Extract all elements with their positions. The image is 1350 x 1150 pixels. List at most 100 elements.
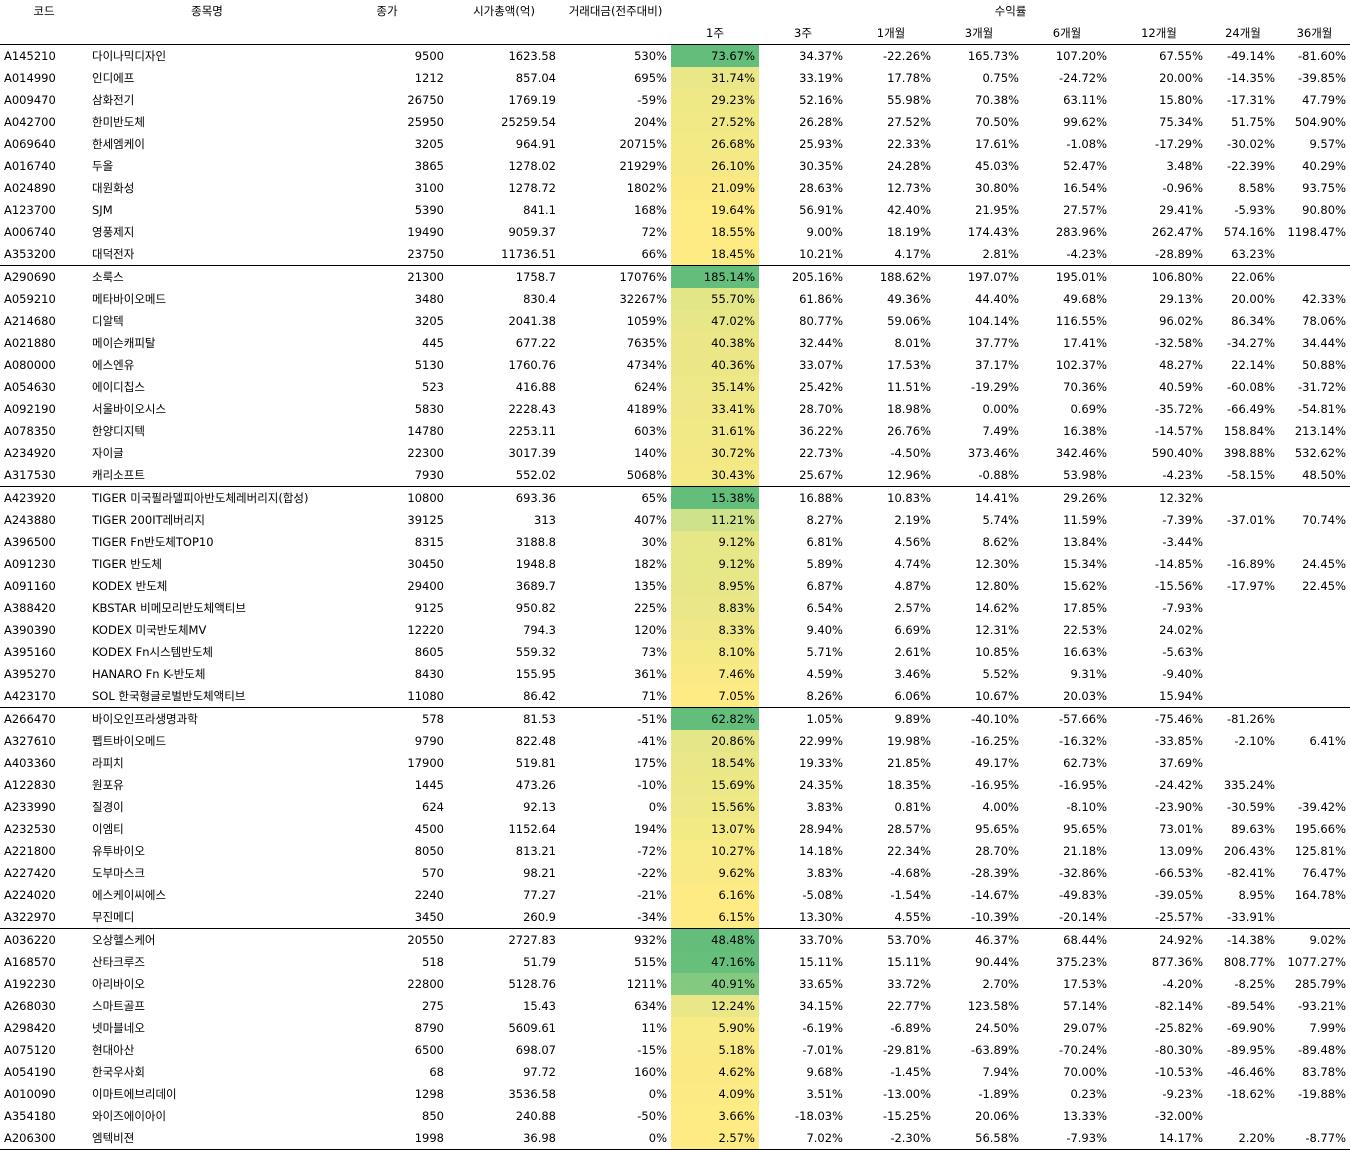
cell-ret-3m: 70.38% [975,93,1019,107]
cell-name: 대원화성 [92,181,135,195]
table-row[interactable]: A014990 인디에프 1212 857.04 695% 31.74% 33.19% 17.… [0,67,1350,89]
cell-ret-1m: 2.57% [894,601,931,615]
table-row[interactable]: A317530 캐리소프트 7930 552.02 5068% 30.43% 25.67% 1… [0,464,1350,487]
table-row[interactable]: A145210 다이나믹디자인 9500 1623.58 530% 73.67% 34.37… [0,44,1350,67]
table-row[interactable]: A227420 도부마스크 570 98.21 -22% 9.62% 3.83% -4.68%… [0,862,1350,884]
cell-ret-6m: -70.24% [1059,1043,1107,1057]
table-row[interactable]: A403360 라피치 17900 519.81 175% 18.54% 19.33% 21.… [0,752,1350,774]
table-row[interactable]: A042700 한미반도체 25950 25259.54 204% 27.52% 26.28… [0,111,1350,133]
cell-ret-12m: 106.80% [1111,265,1207,288]
table-row[interactable]: A069640 한세엠케이 3205 964.91 20715% 26.68% 25.93%… [0,133,1350,155]
cell-code: A396500 [4,535,56,549]
table-row[interactable]: A353200 대덕전자 23750 11736.51 66% 18.45% 10.21% 4… [0,243,1350,266]
cell-close: 22300 [407,446,444,460]
cell-ret-6m: 29.07% [1063,1021,1107,1035]
table-row[interactable]: A078350 한양디지텍 14780 2253.11 603% 31.61% 36.22%… [0,420,1350,442]
table-row[interactable]: A322970 무진메디 3450 260.9 -34% 6.15% 13.30% 4.55%… [0,906,1350,929]
cell-ret-1m: 18.98% [887,402,931,416]
table-row[interactable]: A234920 자이글 22300 3017.39 140% 30.72% 22.73% -4… [0,442,1350,464]
cell-ret-3w: 22.99% [799,734,843,748]
table-row[interactable]: A091230 TIGER 반도체 30450 1948.8 182% 9.12% 5.89… [0,553,1350,575]
cell-ret-6m: 49.68% [1063,292,1107,306]
cell-code: A091230 [4,557,56,571]
table-row[interactable]: A122830 원포유 1445 473.26 -10% 15.69% 24.35% 18.3… [0,774,1350,796]
table-row[interactable]: A232530 이엠티 4500 1152.64 194% 13.07% 28.94% 28.… [0,818,1350,840]
header-period-3m[interactable]: 3개월 [935,22,1023,45]
cell-volume: 1802% [626,181,667,195]
table-row[interactable]: A243880 TIGER 200IT레버리지 39125 313 407% 11.21%… [0,509,1350,531]
header-period-1w[interactable]: 1주 [671,22,759,45]
table-row[interactable]: A233990 질경이 624 92.13 0% 15.56% 3.83% 0.81% 4.00… [0,796,1350,818]
table-row[interactable]: A059210 메타바이오메드 3480 830.4 32267% 55.70% 61.86… [0,288,1350,310]
header-period-3w[interactable]: 3주 [759,22,847,45]
cell-close: 26750 [407,93,444,107]
table-row[interactable]: A423170 SOL 한국형글로벌반도체액티브 11080 86.42 71% 7.05… [0,685,1350,708]
table-row[interactable]: A298420 넷마블네오 8790 5609.61 11% 5.90% -6.19% -6.… [0,1017,1350,1039]
table-row[interactable]: A054630 에이디칩스 523 416.88 624% 35.14% 25.42% 11.… [0,376,1350,398]
table-row[interactable]: A009470 삼화전기 26750 1769.19 -59% 29.23% 52.16% 5… [0,89,1350,111]
cell-ret-1w: 9.12% [671,553,759,575]
header-period-1m[interactable]: 1개월 [847,22,935,45]
cell-ret-36m [1279,906,1350,929]
cell-ret-6m: 283.96% [1055,225,1107,239]
table-row[interactable]: A168570 산타크루즈 518 51.79 515% 47.16% 15.11% 15.1… [0,951,1350,973]
table-row[interactable]: A036220 오상헬스케어 20550 2727.83 932% 48.48% 33.70… [0,928,1350,951]
table-row[interactable]: A206300 엠텍비젼 1998 36.98 0% 2.57% 7.02% -2.30% 56… [0,1127,1350,1150]
header-period-24m[interactable]: 24개월 [1207,22,1279,45]
table-row[interactable]: A080000 에스엔유 5130 1760.76 4734% 40.36% 33.07% 1… [0,354,1350,376]
table-row[interactable]: A268030 스마트골프 275 15.43 634% 12.24% 34.15% 22.7… [0,995,1350,1017]
table-row[interactable]: A224020 에스케이씨에스 2240 77.27 -21% 6.16% -5.08% -1… [0,884,1350,906]
table-row[interactable]: A214680 디알텍 3205 2041.38 1059% 47.02% 80.77% 59… [0,310,1350,332]
table-row[interactable]: A192230 아리바이오 22800 5128.76 1211% 40.91% 33.65… [0,973,1350,995]
table-row[interactable]: A021880 메이슨캐피탈 445 677.22 7635% 40.38% 32.44% 8… [0,332,1350,354]
cell-mcap: 51.79 [523,955,556,969]
header-code[interactable]: 코드 [0,0,88,22]
table-row[interactable]: A010090 이마트에브리데이 1298 3536.58 0% 4.09% 3.51% -1… [0,1083,1350,1105]
cell-mcap: 155.95 [515,667,556,681]
table-row[interactable]: A396500 TIGER Fn반도체TOP10 8315 3188.8 30% 9.12… [0,531,1350,553]
table-row[interactable]: A221800 유투바이오 8050 813.21 -72% 10.27% 14.18% 22… [0,840,1350,862]
table-row[interactable]: A024890 대원화성 3100 1278.72 1802% 21.09% 28.63% 1… [0,177,1350,199]
cell-close: 8315 [414,535,444,549]
table-row[interactable]: A091160 KODEX 반도체 29400 3689.7 135% 8.95% 6.87… [0,575,1350,597]
cell-mcap: 3188.8 [515,535,556,549]
cell-code: A021880 [4,336,56,350]
table-row[interactable]: A123700 SJM 5390 841.1 168% 19.64% 56.91% 42.40… [0,199,1350,221]
cell-ret-12m: -4.20% [1162,977,1203,991]
table-row[interactable]: A395160 KODEX Fn시스템반도체 8605 559.32 73% 8.10% 5… [0,641,1350,663]
header-name[interactable]: 종목명 [88,0,326,22]
table-row[interactable]: A016740 두올 3865 1278.02 21929% 26.10% 30.35% 24… [0,155,1350,177]
cell-ret-6m: -16.32% [1059,734,1107,748]
table-row[interactable]: A390390 KODEX 미국반도체MV 12220 794.3 120% 8.33% 9… [0,619,1350,641]
cell-ret-1m: 12.96% [887,468,931,482]
cell-ret-1m: 6.69% [894,623,931,637]
table-row[interactable]: A075120 현대아산 6500 698.07 -15% 5.18% -7.01% -29.… [0,1039,1350,1061]
cell-code: A042700 [4,115,56,129]
header-mcap[interactable]: 시가총액(억) [448,0,560,22]
cell-ret-24m [1207,641,1279,663]
cell-ret-3m: -14.67% [971,888,1019,902]
table-row[interactable]: A290690 소룩스 21300 1758.7 17076% 185.14% 205.16… [0,265,1350,288]
table-row[interactable]: A423920 TIGER 미국필라델피아반도체레버리지(합성) 10800 693.… [0,486,1350,509]
cell-code: A059210 [4,292,56,306]
table-row[interactable]: A395270 HANARO Fn K-반도체 8430 155.95 361% 7.46… [0,663,1350,685]
cell-ret-36m: 9.57% [1309,137,1346,151]
cell-ret-3m: 7.49% [982,424,1019,438]
table-row[interactable]: A388420 KBSTAR 비메모리반도체액티브 9125 950.82 225% 8.… [0,597,1350,619]
table-row[interactable]: A354180 와이즈에이아이 850 240.88 -50% 3.66% -18.03% -… [0,1105,1350,1127]
cell-name: TIGER 반도체 [92,557,162,571]
header-period-36m[interactable]: 36개월 [1279,22,1350,45]
cell-close: 20550 [326,928,448,951]
table-row[interactable]: A006740 영풍제지 19490 9059.37 72% 18.55% 9.00% 18.… [0,221,1350,243]
table-row[interactable]: A266470 바이오인프라생명과학 578 81.53 -51% 62.82% 1.05%… [0,707,1350,730]
header-close[interactable]: 종가 [326,0,448,22]
cell-ret-3m: 12.31% [975,623,1019,637]
table-row[interactable]: A092190 서울바이오시스 5830 2228.43 4189% 33.41% 28.7… [0,398,1350,420]
table-row[interactable]: A327610 펩트바이오메드 9790 822.48 -41% 20.86% 22.99%… [0,730,1350,752]
cell-mcap: 3536.58 [508,1087,556,1101]
header-period-6m[interactable]: 6개월 [1023,22,1111,45]
cell-name: 오상헬스케어 [88,928,326,951]
header-volume[interactable]: 거래대금(전주대비) [560,0,671,22]
header-period-12m[interactable]: 12개월 [1111,22,1207,45]
table-row[interactable]: A054190 한국우사회 68 97.72 160% 4.62% 9.68% -1.45% 7… [0,1061,1350,1083]
